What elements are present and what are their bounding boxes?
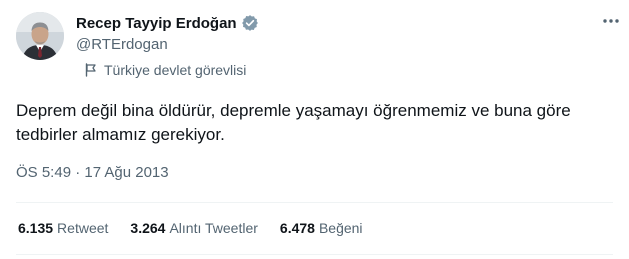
display-name[interactable]: Recep Tayyip Erdoğan [76, 15, 237, 32]
tweet-text-line: Deprem değil bina öldürür, depremle yaşa… [16, 101, 571, 120]
government-label-text: Türkiye devlet görevlisi [104, 62, 247, 78]
tweet-text: Deprem değil bina öldürür, depremle yaşa… [16, 99, 629, 147]
stat-count: 3.264 [130, 220, 166, 236]
government-label[interactable]: Türkiye devlet görevlisi [84, 62, 246, 78]
tweet-card: Recep Tayyip Erdoğan @RTErdogan Türkiye … [0, 0, 629, 259]
stat-count: 6.135 [18, 220, 54, 236]
like-count[interactable]: 6.478 Beğeni [280, 220, 363, 236]
tweet-text-line: tedbirler almamız gerekiyor. [16, 125, 225, 144]
divider [16, 254, 613, 255]
tweet-timestamp[interactable]: ÖS 5:49 · 17 Ağu 2013 [16, 164, 169, 181]
divider [16, 202, 613, 203]
verified-badge-icon [241, 14, 259, 32]
stat-label: Beğeni [318, 220, 363, 236]
retweet-count[interactable]: 6.135 Retweet [18, 220, 108, 236]
flag-icon [84, 63, 98, 77]
stat-label: Retweet [57, 220, 109, 236]
tweet-stats: 6.135 Retweet 3.264 Alıntı Tweetler 6.47… [18, 220, 385, 236]
stat-count: 6.478 [279, 220, 315, 236]
avatar[interactable] [16, 12, 64, 60]
name-row: Recep Tayyip Erdoğan [76, 12, 259, 34]
more-options-icon[interactable] [600, 10, 622, 32]
quote-tweet-count[interactable]: 3.264 Alıntı Tweetler [130, 220, 258, 236]
profile-photo [16, 12, 64, 60]
stat-label: Alıntı Tweetler [169, 220, 258, 236]
user-handle[interactable]: @RTErdogan [76, 36, 168, 53]
